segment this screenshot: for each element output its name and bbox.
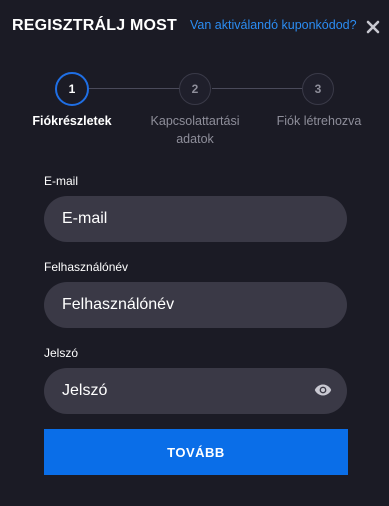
step-2-indicator: 2 (179, 73, 211, 105)
eye-icon[interactable] (314, 383, 332, 397)
registration-stepper: 1 2 3 Fiókrészletek Kapcsolattartási ada… (0, 68, 389, 148)
step-1-label: Fiókrészletek (32, 114, 112, 128)
step-3-indicator: 3 (302, 73, 334, 105)
step-2-number: 2 (191, 82, 199, 96)
page-title: REGISZTRÁLJ MOST (12, 17, 177, 34)
step-2-label-line2: adatok (176, 132, 214, 146)
password-field[interactable] (44, 368, 347, 414)
close-icon[interactable] (364, 18, 382, 36)
step-3-number: 3 (314, 82, 322, 96)
step-connector (212, 88, 303, 89)
step-1-number: 1 (68, 82, 76, 96)
coupon-code-link[interactable]: Van aktiválandó kuponkódod? (190, 18, 357, 32)
step-3-label: Fiók létrehozva (276, 114, 362, 128)
step-1-indicator: 1 (55, 72, 89, 106)
step-2-label-line1: Kapcsolattartási (150, 114, 240, 128)
password-label: Jelszó (44, 346, 79, 360)
email-field[interactable] (44, 196, 347, 242)
username-field[interactable] (44, 282, 347, 328)
username-label: Felhasználónév (44, 260, 129, 274)
step-2-label: Kapcsolattartási adatok (135, 112, 255, 148)
next-button[interactable]: TOVÁBB (44, 429, 348, 475)
modal-header: REGISZTRÁLJ MOST Van aktiválandó kuponkó… (0, 0, 389, 54)
step-connector (89, 88, 182, 89)
email-label: E-mail (44, 174, 79, 188)
